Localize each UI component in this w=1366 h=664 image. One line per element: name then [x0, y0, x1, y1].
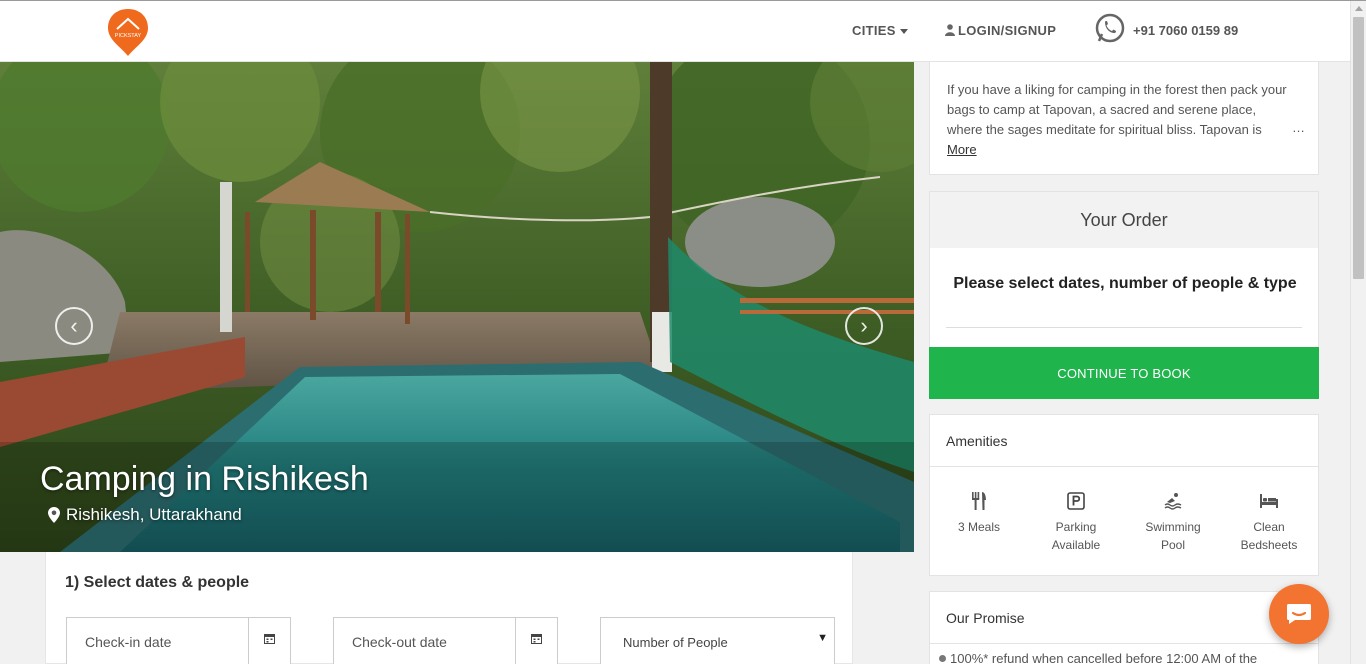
- calendar-icon[interactable]: [515, 618, 557, 664]
- swimming-pool-icon: [1133, 490, 1213, 512]
- checkin-placeholder: Check-in date: [85, 634, 172, 650]
- amenity-label: Clean Bedsheets: [1240, 520, 1298, 552]
- contact-phone[interactable]: +91 7060 0159 89: [1094, 12, 1239, 49]
- chat-widget-button[interactable]: [1269, 584, 1329, 644]
- pickstay-logo[interactable]: PICKSTAY: [107, 7, 149, 57]
- order-divider: [946, 327, 1302, 328]
- amenity-label: Swimming Pool: [1145, 520, 1201, 552]
- site-header: PICKSTAY CITIES LOGIN/SIGNUP +91 7060 01…: [0, 1, 1350, 62]
- hero-carousel: ‹ › Camping in Rishikesh Rishikesh, Utta…: [0, 62, 914, 552]
- description-card: If you have a liking for camping in the …: [929, 62, 1319, 175]
- promise-card: Our Promise 100%* refund when cancelled …: [929, 591, 1319, 664]
- logo-text: PICKSTAY: [115, 33, 142, 39]
- scrollbar-thumb[interactable]: [1353, 17, 1364, 279]
- order-heading: Your Order: [930, 192, 1318, 248]
- promise-item: 100%* refund when cancelled before 12:00…: [939, 651, 1257, 664]
- amenity-parking: Parking Available: [1036, 490, 1116, 554]
- bullet-icon: [939, 655, 946, 662]
- page-scrollbar[interactable]: [1350, 1, 1366, 664]
- chevron-right-icon: ›: [860, 313, 868, 338]
- meals-icon: [939, 490, 1019, 512]
- scroll-up-icon[interactable]: [1355, 6, 1363, 11]
- amenity-label: Parking Available: [1051, 520, 1101, 552]
- description-text: If you have a liking for camping in the …: [947, 82, 1287, 137]
- calendar-icon[interactable]: [248, 618, 290, 664]
- location-text: Rishikesh, Uttarakhand: [66, 505, 242, 524]
- cities-label: CITIES: [852, 23, 896, 38]
- dropdown-arrow-icon: ▼: [817, 632, 828, 644]
- chevron-left-icon: ‹: [70, 313, 78, 338]
- bed-icon: [1229, 490, 1309, 512]
- whatsapp-icon: [1094, 12, 1126, 49]
- people-select-value: Number of People: [623, 635, 728, 650]
- login-label: LOGIN/SIGNUP: [958, 23, 1057, 38]
- amenity-meals: 3 Meals: [939, 490, 1019, 536]
- booking-section-title: 1) Select dates & people: [65, 574, 250, 591]
- phone-number: +91 7060 0159 89: [1133, 22, 1239, 38]
- amenity-label: 3 Meals: [957, 520, 1001, 534]
- number-of-people-select[interactable]: Number of People ▼: [600, 617, 835, 664]
- continue-to-book-button[interactable]: CONTINUE TO BOOK: [929, 347, 1319, 399]
- checkin-date-field[interactable]: Check-in date: [66, 617, 291, 664]
- promise-header: Our Promise: [930, 592, 1318, 644]
- amenity-swimming-pool: Swimming Pool: [1133, 490, 1213, 554]
- promise-text: 100%* refund when cancelled before 12:00…: [950, 651, 1258, 664]
- description-ellipsis: …: [1292, 120, 1305, 135]
- order-card: Your Order Please select dates, number o…: [929, 191, 1319, 348]
- read-more-link[interactable]: More: [947, 142, 977, 157]
- chevron-down-icon: [899, 29, 908, 35]
- amenity-clean-bedsheets: Clean Bedsheets: [1229, 490, 1309, 554]
- checkout-placeholder: Check-out date: [352, 634, 447, 650]
- nav-cities-dropdown[interactable]: CITIES: [852, 23, 908, 38]
- parking-icon: [1036, 490, 1116, 512]
- carousel-prev-button[interactable]: ‹: [55, 307, 93, 345]
- order-message: Please select dates, number of people & …: [953, 275, 1297, 292]
- chat-icon: [1287, 604, 1311, 624]
- carousel-next-button[interactable]: ›: [845, 307, 883, 345]
- user-icon: [945, 24, 955, 39]
- nav-login-signup[interactable]: LOGIN/SIGNUP: [945, 23, 1056, 39]
- checkout-date-field[interactable]: Check-out date: [333, 617, 558, 664]
- map-pin-icon: [48, 507, 60, 523]
- page-title: Camping in Rishikesh: [40, 460, 369, 498]
- amenities-header: Amenities: [930, 415, 1318, 467]
- location-line: Rishikesh, Uttarakhand: [48, 505, 242, 525]
- amenities-heading: Amenities: [946, 433, 1008, 449]
- promise-heading: Our Promise: [946, 610, 1025, 626]
- amenities-card: Amenities 3 Meals Parking Available Swim…: [929, 414, 1319, 576]
- booking-section: 1) Select dates & people Check-in date C…: [45, 552, 853, 664]
